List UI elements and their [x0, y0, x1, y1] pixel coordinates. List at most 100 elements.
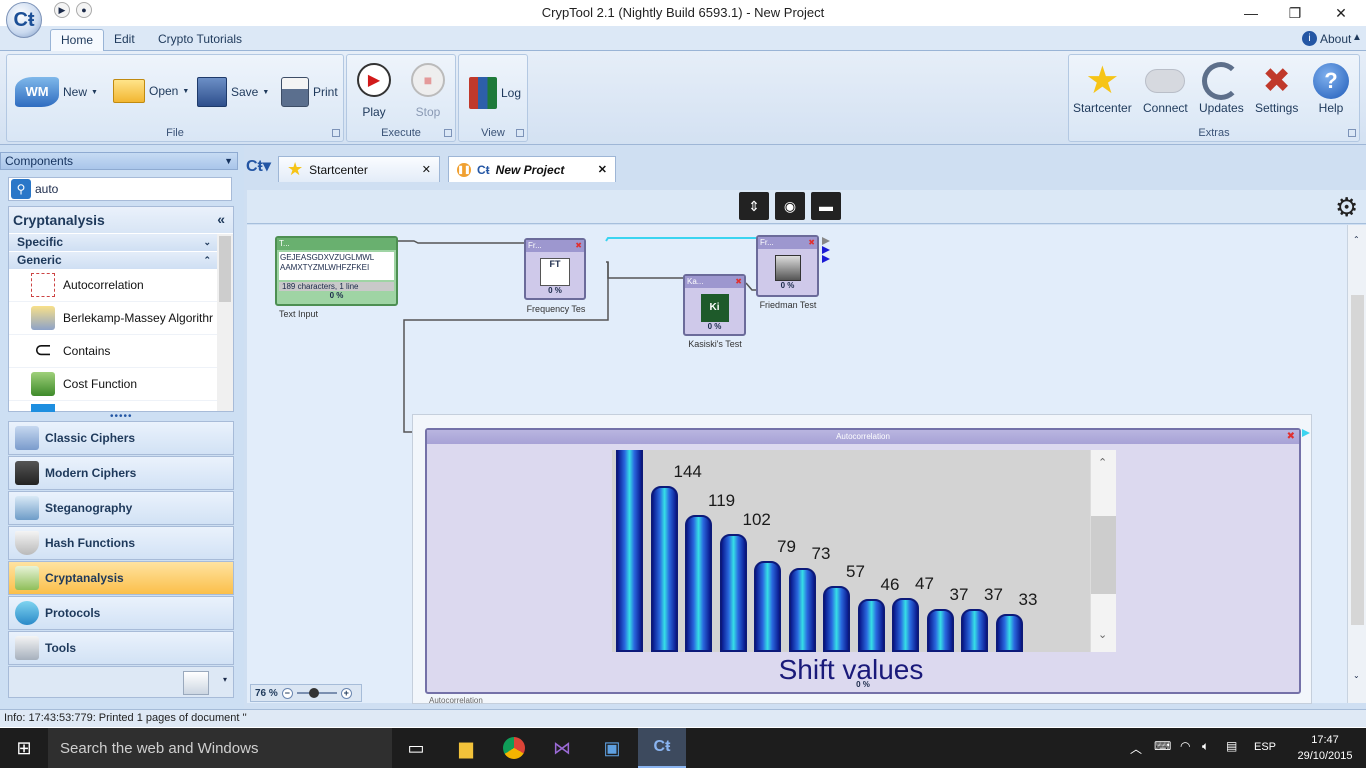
tray-chevron-icon[interactable]: ︿	[1130, 740, 1142, 757]
plugin-header[interactable]: Fr... ✖	[526, 240, 584, 252]
tab-startcenter[interactable]: ★ Startcenter ✕	[278, 156, 440, 182]
tab-edit[interactable]: Edit	[104, 29, 145, 51]
new-button[interactable]: WM New ▼	[15, 77, 98, 107]
restore-button[interactable]: ❐	[1272, 0, 1318, 26]
stop-quick-icon[interactable]: ●	[76, 2, 92, 18]
subcategory-generic[interactable]: Generic ⌃	[9, 252, 217, 269]
zoom-slider[interactable]	[296, 688, 337, 698]
dialog-launcher-icon[interactable]	[1348, 129, 1356, 137]
zoom-in-icon[interactable]: +	[340, 687, 352, 699]
wifi-icon[interactable]: ◠	[1180, 739, 1190, 753]
plugin-header[interactable]: T...	[277, 238, 396, 250]
save-button[interactable]: Save ▼	[197, 77, 269, 107]
tab-menu-icon[interactable]: Cŧ▾	[246, 156, 271, 176]
list-scrollbar[interactable]	[217, 234, 233, 411]
tab-crypto-tutorials[interactable]: Crypto Tutorials	[148, 29, 252, 51]
overflow-icon[interactable]	[183, 671, 209, 695]
settings-button[interactable]: ✖ Settings	[1255, 61, 1298, 115]
list-item-contains[interactable]: ⊂ Contains	[9, 335, 217, 368]
nav-classic-ciphers[interactable]: Classic Ciphers	[8, 421, 234, 455]
nav-tools[interactable]: Tools	[8, 631, 234, 665]
help-button[interactable]: ? Help	[1313, 61, 1349, 115]
text-input-field[interactable]: GEJEASGDXVZUGLMWL AAMXTYZMLWHFZFKEI	[279, 252, 394, 280]
chart-scroll-thumb[interactable]	[1091, 516, 1116, 594]
notification-icon[interactable]: ▤	[1226, 739, 1237, 753]
zoom-out-icon[interactable]: −	[281, 687, 293, 699]
chart-scroll-down-icon[interactable]: ⌄	[1098, 628, 1107, 641]
nav-protocols[interactable]: Protocols	[8, 596, 234, 630]
plugin-header[interactable]: Fr... ✖	[758, 237, 817, 249]
windows-start-icon[interactable]: ⊞	[10, 734, 38, 762]
output-port[interactable]	[822, 237, 830, 245]
list-item-cost-function[interactable]: Cost Function	[9, 368, 217, 401]
output-port[interactable]	[1302, 429, 1310, 437]
volume-icon[interactable]: 🔈︎	[1202, 739, 1209, 754]
overflow-chevron-icon[interactable]: ▾	[223, 675, 227, 684]
components-header[interactable]: Components ▼	[0, 152, 238, 170]
paint-icon[interactable]: ▣	[598, 734, 626, 762]
camera-icon[interactable]: ◉	[775, 192, 805, 220]
taskbar-search[interactable]: Search the web and Windows	[48, 728, 392, 768]
tab-home[interactable]: Home	[50, 29, 105, 51]
output-port[interactable]	[822, 255, 830, 263]
play-quick-icon[interactable]: ▶	[54, 2, 70, 18]
scroll-down-icon[interactable]: ⌄	[1353, 671, 1360, 680]
stop-button[interactable]: ■ Stop	[411, 63, 445, 119]
dialog-launcher-icon[interactable]	[332, 129, 340, 137]
dropdown-icon[interactable]: ▼	[224, 153, 233, 169]
clock[interactable]: 17:47 29/10/2015	[1290, 732, 1360, 764]
group-file-label: File	[166, 127, 184, 139]
startcenter-button[interactable]: ★ Startcenter	[1073, 61, 1132, 115]
chrome-icon[interactable]	[500, 734, 528, 762]
plugin-header[interactable]: Autocorrelation ✖	[427, 430, 1299, 444]
about-label: About	[1320, 31, 1352, 46]
cryptool-taskbar-icon[interactable]: Cŧ	[638, 728, 686, 768]
close-tab-icon[interactable]: ✕	[422, 163, 431, 176]
close-tab-icon[interactable]: ✕	[598, 163, 607, 176]
dialog-launcher-icon[interactable]	[516, 129, 524, 137]
nav-steganography[interactable]: Steganography	[8, 491, 234, 525]
gear-icon[interactable]: ⚙	[1335, 192, 1358, 223]
list-item-berlekamp[interactable]: Berlekamp-Massey Algorithr	[9, 302, 217, 335]
dialog-launcher-icon[interactable]	[444, 129, 452, 137]
chart-scrollbar[interactable]: ⌃ ⌄	[1090, 450, 1116, 652]
comment-icon[interactable]: ▬	[811, 192, 841, 220]
workspace-scrollbar[interactable]: ⌃ ⌄	[1347, 225, 1366, 703]
component-search-input[interactable]: ⚲ auto	[8, 177, 232, 201]
nav-hash-functions[interactable]: Hash Functions	[8, 526, 234, 560]
plugin-friedman-test[interactable]: Fr... ✖ 0 %	[756, 235, 819, 297]
close-plugin-icon[interactable]: ✖	[1287, 430, 1295, 444]
plugin-text-input[interactable]: T... GEJEASGDXVZUGLMWL AAMXTYZMLWHFZFKEI…	[275, 236, 398, 306]
file-explorer-icon[interactable]: ▆	[452, 734, 480, 762]
chart-scroll-up-icon[interactable]: ⌃	[1098, 456, 1107, 469]
updates-button[interactable]: Updates	[1199, 61, 1244, 115]
open-button[interactable]: Open ▼	[113, 79, 189, 103]
tab-new-project[interactable]: ❚❚ Cŧ New Project ✕	[448, 156, 616, 182]
visual-studio-icon[interactable]: ⋈	[548, 734, 576, 762]
plugin-frequency-test[interactable]: Fr... ✖ FT 0 %	[524, 238, 586, 300]
scroll-up-icon[interactable]: ⌃	[1353, 235, 1360, 244]
plugin-autocorrelation[interactable]: Autocorrelation ✖ 144 119 102 79 73 57 46 47 37 3…	[425, 428, 1301, 694]
play-button[interactable]: ▶ Play	[357, 63, 391, 119]
app-logo-icon[interactable]: Cŧ	[6, 2, 42, 38]
output-port[interactable]	[822, 246, 830, 254]
close-button[interactable]: ✕	[1318, 0, 1364, 26]
subcategory-specific[interactable]: Specific ⌄	[9, 234, 217, 251]
list-item-autocorrelation[interactable]: Autocorrelation	[9, 269, 217, 302]
collapse-icon[interactable]: «	[217, 211, 225, 227]
log-button[interactable]: Log	[469, 77, 521, 109]
keyboard-icon[interactable]: ⌨	[1154, 739, 1171, 753]
language-indicator[interactable]: ESP	[1254, 741, 1276, 753]
connect-button[interactable]: Connect	[1143, 61, 1188, 115]
fit-to-screen-icon[interactable]: ⇕	[739, 192, 769, 220]
ribbon-collapse-icon[interactable]: ▲	[1352, 32, 1362, 43]
plugin-header[interactable]: Ka... ✖	[685, 276, 744, 288]
print-button[interactable]: Print	[281, 77, 338, 107]
task-view-icon[interactable]: ▭	[402, 734, 430, 762]
nav-cryptanalysis[interactable]: Cryptanalysis	[8, 561, 234, 595]
minimize-button[interactable]: —	[1228, 0, 1274, 26]
scroll-thumb[interactable]	[1351, 295, 1364, 625]
nav-modern-ciphers[interactable]: Modern Ciphers	[8, 456, 234, 490]
plugin-kasiski-test[interactable]: Ka... ✖ Ki 0 %	[683, 274, 746, 336]
about-button[interactable]: i About	[1302, 31, 1351, 46]
